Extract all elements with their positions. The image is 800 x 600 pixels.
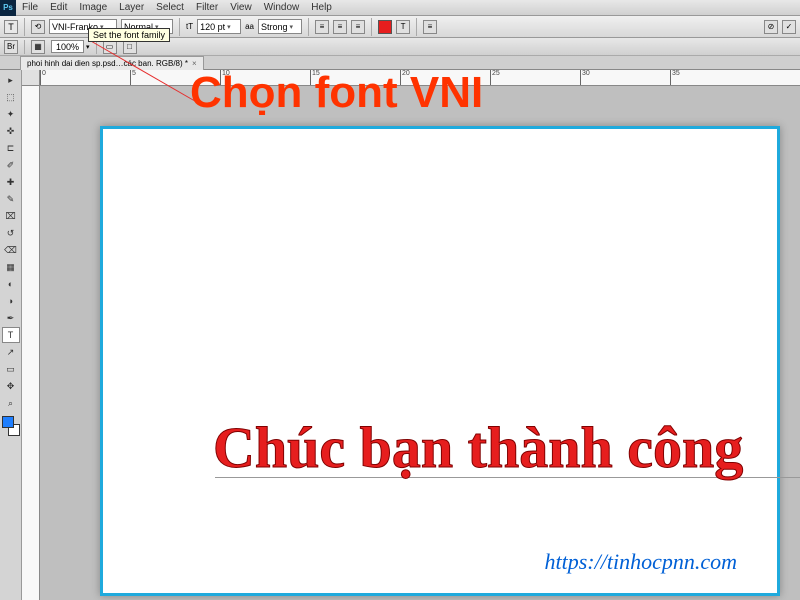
lasso-tool[interactable]: ✦ <box>2 106 20 122</box>
eraser-tool[interactable]: ⌫ <box>2 242 20 258</box>
type-tool[interactable]: T <box>2 327 20 343</box>
ruler-tick: 0 <box>40 70 46 85</box>
crop-tool[interactable]: ⊏ <box>2 140 20 156</box>
menu-view[interactable]: View <box>224 2 258 13</box>
chevron-down-icon: ▾ <box>86 43 90 51</box>
eyedropper-tool[interactable]: ✐ <box>2 157 20 173</box>
blur-tool[interactable]: ◐ <box>2 276 20 292</box>
app-icon[interactable]: Ps <box>0 0 16 16</box>
move-tool[interactable]: ▸ <box>2 72 20 88</box>
warp-text-button[interactable]: T <box>396 20 410 34</box>
cancel-button[interactable]: ⊘ <box>764 20 778 34</box>
chevron-down-icon: ▾ <box>290 23 294 31</box>
menu-edit[interactable]: Edit <box>44 2 73 13</box>
ruler-tick: 30 <box>580 70 590 85</box>
bridge-button[interactable]: Br <box>4 40 18 54</box>
separator <box>179 18 180 36</box>
toolbox: ▸⬚✦✜⊏✐✚✎⌧↺⌫▦◐◑✒T↗▭✥⌕ <box>0 70 22 600</box>
menu-layer[interactable]: Layer <box>113 2 150 13</box>
align-right-button[interactable]: ≡ <box>351 20 365 34</box>
align-left-button[interactable]: ≡ <box>315 20 329 34</box>
separator <box>371 18 372 36</box>
marquee-tool[interactable]: ⬚ <box>2 89 20 105</box>
menu-file[interactable]: File <box>16 2 44 13</box>
menu-bar: Ps File Edit Image Layer Select Filter V… <box>0 0 800 16</box>
pen-tool[interactable]: ✒ <box>2 310 20 326</box>
hand-tool[interactable]: ✥ <box>2 378 20 394</box>
anti-alias-value: Strong <box>261 22 288 32</box>
brush-tool[interactable]: ✎ <box>2 191 20 207</box>
type-tool-indicator[interactable]: T <box>4 20 18 34</box>
workspace: ▸⬚✦✜⊏✐✚✎⌧↺⌫▦◐◑✒T↗▭✥⌕ 05101520253035 Chúc… <box>0 70 800 600</box>
ruler-tick: 35 <box>670 70 680 85</box>
zoom-value[interactable]: 100% <box>51 40 84 53</box>
align-center-button[interactable]: ≡ <box>333 20 347 34</box>
magic-wand-tool[interactable]: ✜ <box>2 123 20 139</box>
text-orientation-button[interactable]: ⟲ <box>31 20 45 34</box>
document-canvas[interactable]: Chúc bạn thành công https://tinhocpnn.co… <box>100 126 780 596</box>
separator <box>24 18 25 36</box>
ruler-vertical[interactable] <box>22 86 40 600</box>
clone-stamp-tool[interactable]: ⌧ <box>2 208 20 224</box>
canvas-viewport[interactable]: Chúc bạn thành công https://tinhocpnn.co… <box>40 86 800 600</box>
zoom-control[interactable]: 100% ▾ <box>51 40 90 53</box>
font-size-icon: tT <box>186 22 193 31</box>
rectangle-tool[interactable]: ▭ <box>2 361 20 377</box>
foreground-color-swatch[interactable] <box>2 416 14 428</box>
chevron-down-icon: ▾ <box>227 23 231 31</box>
separator <box>416 18 417 36</box>
anti-alias-icon: aa <box>245 22 254 31</box>
path-selection-tool[interactable]: ↗ <box>2 344 20 360</box>
character-panel-button[interactable]: ≡ <box>423 20 437 34</box>
close-icon[interactable]: × <box>192 59 197 68</box>
watermark-text: https://tinhocpnn.com <box>545 549 737 575</box>
menu-help[interactable]: Help <box>305 2 338 13</box>
zoom-tool[interactable]: ⌕ <box>2 395 20 411</box>
commit-button[interactable]: ✓ <box>782 20 796 34</box>
font-size-combo[interactable]: 120 pt ▾ <box>197 19 241 34</box>
font-family-tooltip: Set the font family <box>88 28 170 42</box>
text-color-swatch[interactable] <box>378 20 392 34</box>
history-brush-tool[interactable]: ↺ <box>2 225 20 241</box>
ruler-tick: 25 <box>490 70 500 85</box>
view-extras-button[interactable]: ▦ <box>31 40 45 54</box>
document-tab[interactable]: phoi hinh dai dien sp.psd…các ban. RGB/8… <box>20 56 204 70</box>
gradient-tool[interactable]: ▦ <box>2 259 20 275</box>
ruler-origin[interactable] <box>22 70 40 86</box>
ruler-tick: 5 <box>130 70 136 85</box>
annotation-label: Chọn font VNI <box>190 68 483 118</box>
separator <box>24 40 25 54</box>
menu-select[interactable]: Select <box>150 2 190 13</box>
healing-brush-tool[interactable]: ✚ <box>2 174 20 190</box>
menu-image[interactable]: Image <box>73 2 113 13</box>
menu-window[interactable]: Window <box>258 2 306 13</box>
font-size-value: 120 pt <box>200 22 225 32</box>
canvas-area: 05101520253035 Chúc bạn thành công https… <box>22 70 800 600</box>
dodge-tool[interactable]: ◑ <box>2 293 20 309</box>
anti-alias-combo[interactable]: Strong ▾ <box>258 19 302 34</box>
separator <box>308 18 309 36</box>
color-picker[interactable] <box>2 416 20 436</box>
document-tab-title: phoi hinh dai dien sp.psd…các ban. RGB/8… <box>27 59 188 68</box>
menu-filter[interactable]: Filter <box>190 2 224 13</box>
canvas-text-layer[interactable]: Chúc bạn thành công <box>213 414 743 481</box>
